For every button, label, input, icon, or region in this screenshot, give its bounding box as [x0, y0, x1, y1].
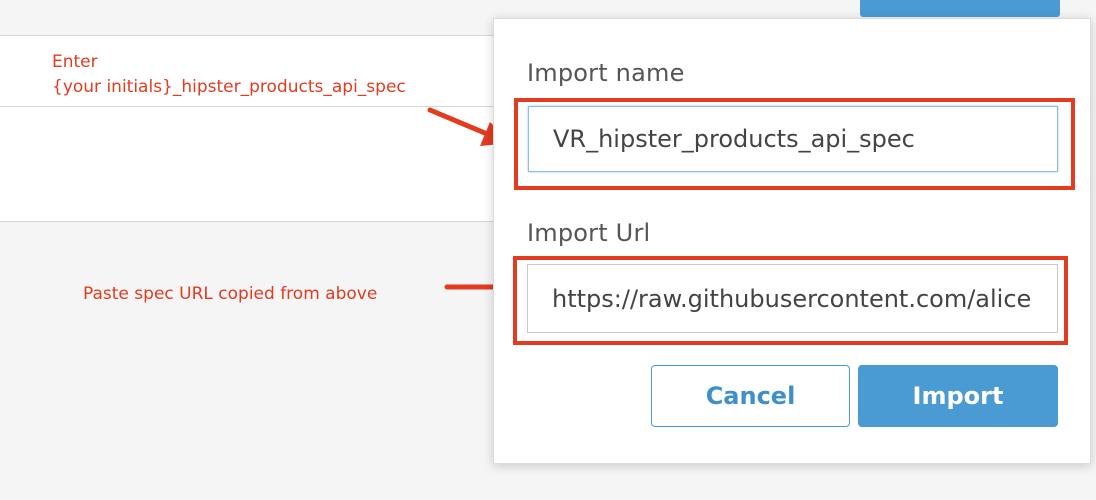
cancel-button[interactable]: Cancel	[651, 365, 850, 427]
import-button[interactable]: Import	[858, 365, 1058, 427]
background-divider	[0, 106, 520, 107]
import-name-input[interactable]	[528, 106, 1058, 172]
annotation-name-hint: Enter {your initials}_hipster_products_a…	[52, 50, 406, 100]
page: Enter {your initials}_hipster_products_a…	[0, 0, 1096, 500]
background-top-button[interactable]	[860, 0, 1060, 17]
annotation-url-hint: Paste spec URL copied from above	[83, 284, 378, 304]
import-url-label: Import Url	[527, 219, 651, 247]
annotation-name-hint-line1: Enter	[52, 52, 98, 72]
import-dialog: Import name Import Url Cancel Import	[493, 18, 1091, 464]
annotation-name-hint-line2: {your initials}_hipster_products_api_spe…	[52, 77, 406, 97]
import-url-input[interactable]	[527, 264, 1058, 333]
import-name-label: Import name	[527, 59, 685, 87]
